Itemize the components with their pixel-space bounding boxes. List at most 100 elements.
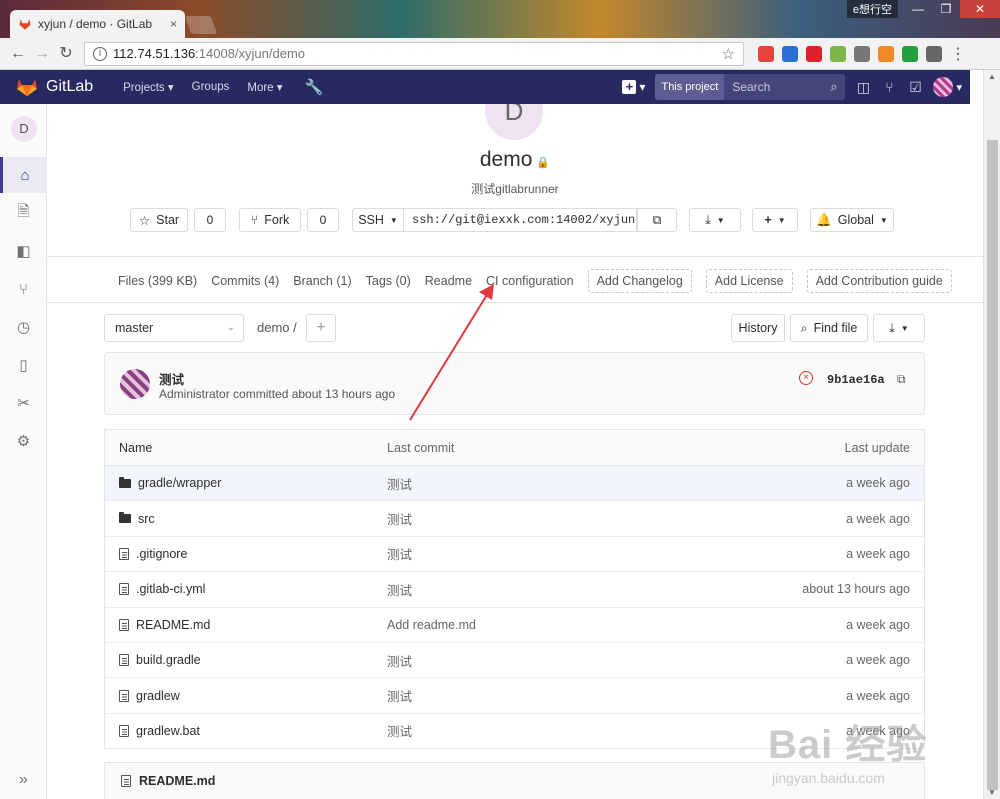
fork-button[interactable]: ⑂ Fork bbox=[239, 208, 301, 232]
download-dropdown[interactable]: ⤓ ▼ bbox=[689, 208, 741, 232]
table-row[interactable]: .gitlab-ci.yml 测试 about 13 hours ago bbox=[105, 572, 924, 608]
star-button[interactable]: ☆ Star bbox=[130, 208, 188, 232]
site-info-icon[interactable]: i bbox=[93, 46, 107, 61]
table-row[interactable]: gradlew 测试 a week ago bbox=[105, 678, 924, 714]
reload-icon[interactable]: ↻ bbox=[54, 42, 78, 66]
file-name-cell[interactable]: .gitlab-ci.yml bbox=[105, 582, 387, 596]
commit-message[interactable]: 测试 bbox=[387, 651, 739, 670]
commit-message[interactable]: 测试 bbox=[387, 721, 739, 740]
search-scope[interactable]: This project bbox=[655, 74, 725, 100]
file-name[interactable]: gradlew.bat bbox=[136, 724, 200, 738]
copy-sha-icon[interactable]: ⧉ bbox=[897, 372, 906, 387]
nav-more[interactable]: More ▾ bbox=[247, 80, 282, 94]
sidebar-item-settings[interactable]: ⚙ bbox=[0, 423, 47, 459]
commit-message[interactable]: Add readme.md bbox=[387, 618, 739, 632]
readme-title[interactable]: README.md bbox=[139, 774, 215, 788]
new-dropdown[interactable]: + ▾ bbox=[622, 80, 645, 94]
file-name-cell[interactable]: gradlew bbox=[105, 689, 387, 703]
file-name[interactable]: build.gradle bbox=[136, 653, 201, 667]
commit-message[interactable]: 测试 bbox=[387, 686, 739, 705]
extension-icon[interactable] bbox=[854, 45, 870, 62]
merge-requests-icon[interactable]: ⑂ bbox=[881, 79, 897, 95]
sidebar-item-wiki[interactable]: ▯ bbox=[0, 347, 47, 383]
table-row[interactable]: src 测试 a week ago bbox=[105, 501, 924, 537]
commit-message[interactable]: 测试 bbox=[387, 509, 739, 528]
gitlab-brand[interactable]: GitLab bbox=[46, 78, 93, 96]
pipeline-failed-icon[interactable]: × bbox=[799, 371, 813, 385]
commit-sha[interactable]: 9b1ae16a bbox=[827, 373, 885, 387]
commit-message[interactable]: 测试 bbox=[387, 544, 739, 563]
file-name[interactable]: README.md bbox=[136, 618, 210, 632]
download-dropdown[interactable]: ⤓ ▼ bbox=[873, 314, 925, 342]
file-name-cell[interactable]: gradle/wrapper bbox=[105, 476, 387, 490]
sidebar-collapse-icon[interactable]: » bbox=[0, 771, 47, 789]
nav-groups[interactable]: Groups bbox=[192, 81, 230, 93]
commit-author-avatar[interactable] bbox=[120, 369, 150, 399]
back-icon[interactable]: ← bbox=[6, 42, 30, 66]
stat-readme[interactable]: Readme bbox=[425, 274, 472, 288]
file-name[interactable]: gradlew bbox=[136, 689, 180, 703]
extension-icon[interactable] bbox=[806, 45, 822, 62]
extension-icon[interactable] bbox=[782, 45, 798, 62]
sidebar-item-issues[interactable]: ◧ bbox=[0, 233, 47, 269]
maximize-icon[interactable]: ❐ bbox=[932, 0, 960, 18]
add-changelog-button[interactable]: Add Changelog bbox=[587, 269, 692, 293]
file-name[interactable]: gradle/wrapper bbox=[138, 476, 221, 490]
browser-menu-icon[interactable]: ⋮ bbox=[950, 44, 966, 64]
stat-commits[interactable]: Commits (4) bbox=[211, 274, 279, 288]
sidebar-item-overview[interactable]: ⌂ bbox=[0, 157, 47, 193]
table-row[interactable]: README.md Add readme.md a week ago bbox=[105, 608, 924, 643]
scroll-down-icon[interactable]: ▼ bbox=[988, 788, 996, 797]
fork-count[interactable]: 0 bbox=[307, 208, 339, 232]
extension-icon[interactable] bbox=[902, 45, 918, 62]
file-name-cell[interactable]: .gitignore bbox=[105, 547, 387, 561]
search-input[interactable] bbox=[724, 80, 821, 94]
commit-title[interactable]: 测试 bbox=[159, 369, 184, 388]
table-row[interactable]: gradle/wrapper 测试 a week ago bbox=[105, 466, 924, 502]
sidebar-item-ci[interactable]: ◷ bbox=[0, 309, 47, 345]
commit-message[interactable]: 测试 bbox=[387, 580, 739, 599]
breadcrumb-project[interactable]: demo bbox=[257, 320, 290, 335]
find-file-button[interactable]: ⌕ Find file bbox=[790, 314, 868, 342]
copy-url-button[interactable]: ⧉ bbox=[637, 208, 677, 232]
file-name[interactable]: .gitignore bbox=[136, 547, 187, 561]
bookmark-star-icon[interactable]: ☆ bbox=[722, 45, 735, 63]
sidebar-item-repository[interactable]: 🗎 bbox=[0, 195, 47, 231]
file-name[interactable]: src bbox=[138, 512, 155, 526]
extension-icon[interactable] bbox=[758, 45, 774, 62]
stat-files[interactable]: Files (399 KB) bbox=[118, 274, 197, 288]
add-dropdown[interactable]: + ▼ bbox=[752, 208, 798, 232]
file-name[interactable]: .gitlab-ci.yml bbox=[136, 582, 205, 596]
extension-icon[interactable] bbox=[878, 45, 894, 62]
notification-dropdown[interactable]: 🔔 Global ▼ bbox=[810, 208, 894, 232]
file-name-cell[interactable]: build.gradle bbox=[105, 653, 387, 667]
extension-icon[interactable] bbox=[830, 45, 846, 62]
tab-close-icon[interactable]: × bbox=[170, 17, 177, 31]
table-row[interactable]: build.gradle 测试 a week ago bbox=[105, 643, 924, 679]
clone-protocol-dropdown[interactable]: SSH ▼ bbox=[352, 208, 404, 232]
stat-branch[interactable]: Branch (1) bbox=[293, 274, 351, 288]
add-license-button[interactable]: Add License bbox=[705, 269, 793, 293]
file-name-cell[interactable]: README.md bbox=[105, 618, 387, 632]
minimize-icon[interactable]: — bbox=[904, 0, 932, 18]
scrollbar-thumb[interactable] bbox=[987, 140, 998, 790]
browser-user-label[interactable]: e想行空 bbox=[846, 0, 898, 18]
commit-message[interactable]: 测试 bbox=[387, 474, 739, 493]
history-button[interactable]: History bbox=[731, 314, 785, 342]
add-to-tree-button[interactable]: + bbox=[306, 314, 336, 342]
gitlab-logo-icon[interactable] bbox=[16, 77, 38, 97]
stat-ci-configuration[interactable]: CI configuration bbox=[486, 274, 574, 288]
nav-projects[interactable]: Projects ▾ bbox=[123, 80, 174, 94]
sidebar-item-merge-requests[interactable]: ⑂ bbox=[0, 271, 47, 307]
url-bar[interactable]: i 112.74.51.136:14008/xyjun/demo ☆ bbox=[84, 41, 744, 66]
clone-url-input[interactable]: ssh://git@iexxk.com:14002/xyjun/demo.git bbox=[403, 208, 637, 232]
browser-tab[interactable]: xyjun / demo · GitLab × bbox=[10, 10, 185, 38]
sidebar-item-snippets[interactable]: ✂ bbox=[0, 385, 47, 421]
admin-wrench-icon[interactable]: 🔧 bbox=[305, 78, 324, 96]
todo-check-icon[interactable]: ☑ bbox=[907, 79, 923, 95]
window-close-icon[interactable]: ✕ bbox=[960, 0, 1000, 18]
file-name-cell[interactable]: src bbox=[105, 512, 387, 526]
page-scrollbar[interactable]: ▲ ▼ bbox=[983, 70, 1000, 799]
scroll-up-icon[interactable]: ▲ bbox=[988, 72, 996, 81]
new-tab-button[interactable] bbox=[184, 16, 218, 34]
